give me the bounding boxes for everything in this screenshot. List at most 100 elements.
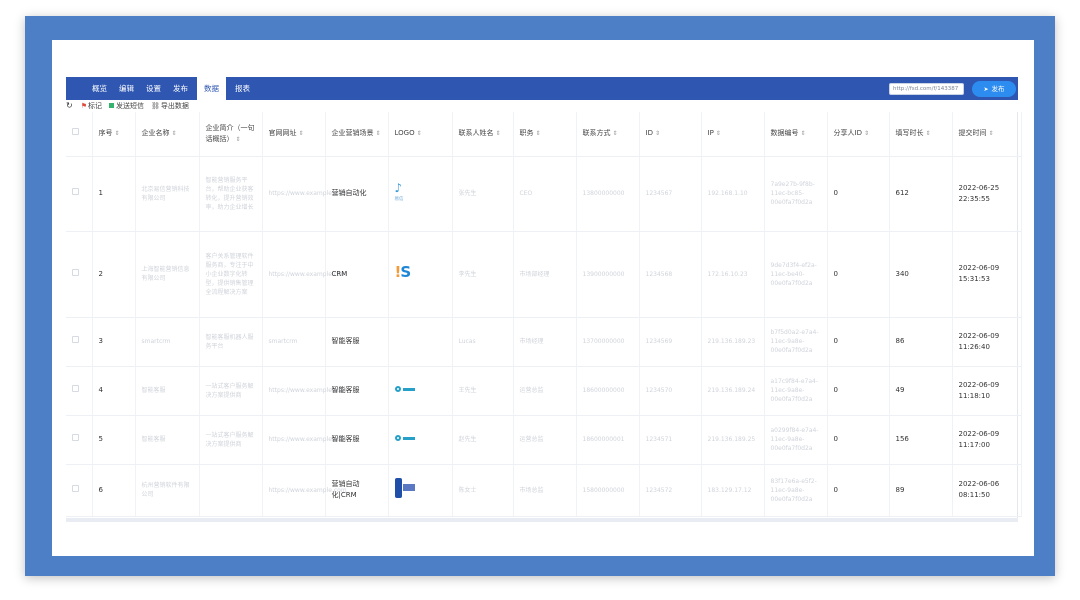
horizontal-scrollbar[interactable] <box>66 518 1018 522</box>
cell-phone: 18600000000 <box>576 366 640 416</box>
column-header[interactable]: 企业名称 ⇕ <box>135 112 200 157</box>
column-header[interactable]: 职务 ⇕ <box>513 112 577 157</box>
row-select-cell <box>66 317 93 367</box>
column-header[interactable]: 填写时长 ⇕ <box>889 112 953 157</box>
column-header-label: 企业名称 <box>141 129 170 138</box>
column-header[interactable]: 企业简介（一句话概括） ⇕ <box>199 112 263 157</box>
tab-5[interactable]: 报表 <box>229 77 256 100</box>
cell-phone: 15800000000 <box>576 464 640 517</box>
column-header[interactable]: 企业营销场景 ⇕ <box>325 112 389 157</box>
cell-data-no: 9de7d3f4-ef2a-11ec-be40-00e0fa7f0d2a <box>764 231 828 318</box>
cell-id: 1234572 <box>639 464 702 517</box>
cell-intro: 客户关系管理软件服务商，专注于中小企业数字化转型，提供销售管理全流程解决方案 <box>199 231 263 318</box>
company-logo-image: !S <box>394 263 412 281</box>
send-icon: ➤ <box>983 86 989 93</box>
refresh-icon[interactable]: ↻ <box>66 101 73 110</box>
company-logo-image <box>394 435 415 441</box>
cell-contact: 张先生 <box>452 156 514 232</box>
sort-icon[interactable]: ⇕ <box>655 130 660 137</box>
row-checkbox[interactable] <box>72 336 79 343</box>
column-header-label: 官网网址 <box>268 129 297 138</box>
sort-icon[interactable]: ⇕ <box>376 130 381 137</box>
cell-ip: 183.129.17.12 <box>701 464 765 517</box>
column-header-label: 提交时间 <box>958 129 987 138</box>
column-header-label: 联系人姓名 <box>458 129 494 138</box>
cell-website: smartcrm <box>262 317 326 367</box>
cell-sharer: 0 <box>827 156 890 232</box>
cell-no: 3 <box>92 317 136 367</box>
column-header[interactable]: ID ⇕ <box>639 112 702 157</box>
cell-id: 1234570 <box>639 366 702 416</box>
sort-icon[interactable]: ⇕ <box>536 130 541 137</box>
table-row[interactable]: 4 智能客服 一站式客户服务解决方案提供商 https://www.example.c… <box>66 366 1022 416</box>
tab-3[interactable]: 发布 <box>167 77 194 100</box>
select-all-cell <box>66 112 93 157</box>
cell-website: https://www.example.com <box>262 415 347 465</box>
column-header[interactable]: 序号 ⇕ <box>92 112 136 157</box>
sort-icon[interactable]: ⇕ <box>989 130 994 137</box>
sort-icon[interactable]: ⇕ <box>172 130 177 137</box>
column-header-label: 联系方式 <box>582 129 611 138</box>
cell-title: 市场经理 <box>513 317 577 367</box>
sort-icon[interactable]: ⇕ <box>613 130 618 137</box>
sort-icon[interactable]: ⇕ <box>716 130 721 137</box>
sort-icon[interactable]: ⇕ <box>496 130 501 137</box>
cell-duration: 89 <box>889 464 953 517</box>
table-row[interactable]: 5 智能客服 一站式客户服务解决方案提供商 https://www.example.c… <box>66 415 1022 465</box>
cell-id: 1234569 <box>639 317 702 367</box>
table-row[interactable]: 6 杭州营销软件有限公司 https://www.example.com 营销自动化|… <box>66 464 1022 517</box>
sort-icon[interactable]: ⇕ <box>299 130 304 137</box>
table-row[interactable]: 2 上海智能营销信息有限公司 客户关系管理软件服务商，专注于中小企业数字化转型，提供… <box>66 231 1022 318</box>
column-header[interactable]: 联系方式 ⇕ <box>576 112 640 157</box>
form-url-field[interactable]: http://fsd.com/f/143387 <box>889 83 964 95</box>
row-checkbox[interactable] <box>72 268 79 276</box>
sort-icon[interactable]: ⇕ <box>417 130 422 137</box>
table-row[interactable]: 3 smartcrm 智能客服机器人服务平台 smartcrm 智能客服 Lucas 市场经… <box>66 317 1022 367</box>
export-data-button[interactable]: ⛓ 导出数据 <box>151 101 189 111</box>
cell-website: https://www.example.com <box>262 156 347 232</box>
cell-data-no: 83f17e6a-e5f2-11ec-9a8e-00e0fa7f0d2a <box>764 464 828 517</box>
cell-contact: 陈女士 <box>452 464 514 517</box>
row-checkbox[interactable] <box>72 385 79 392</box>
row-checkbox[interactable] <box>72 484 79 492</box>
cell-duration: 86 <box>889 317 953 367</box>
sort-icon[interactable]: ⇕ <box>864 130 869 137</box>
select-all-checkbox[interactable] <box>72 128 79 136</box>
publish-button[interactable]: ➤ 发布 <box>972 81 1016 97</box>
cell-duration: 612 <box>889 156 953 232</box>
sort-icon[interactable]: ⇕ <box>236 136 241 143</box>
column-header[interactable]: 联系人姓名 ⇕ <box>452 112 514 157</box>
tab-0[interactable]: 概览 <box>86 77 113 100</box>
tab-1[interactable]: 编辑 <box>113 77 140 100</box>
column-header-label: LOGO <box>394 129 415 138</box>
top-nav: 概览 编辑 设置 发布 数据 报表 http://fsd.com/f/143387 ➤ 发布 <box>66 77 1018 100</box>
sort-icon[interactable]: ⇕ <box>801 130 806 137</box>
column-header-label: 职务 <box>519 129 534 138</box>
row-checkbox[interactable] <box>72 188 79 195</box>
sort-icon[interactable]: ⇕ <box>115 130 120 137</box>
column-header[interactable]: 数据编号 ⇕ <box>764 112 828 157</box>
sort-icon[interactable]: ⇕ <box>926 130 931 137</box>
column-header[interactable]: 分享人ID ⇕ <box>827 112 890 157</box>
column-header[interactable]: IP ⇕ <box>701 112 765 157</box>
cell-submit-time: 2022-06-09 11:26:40 <box>952 317 1022 367</box>
mark-button[interactable]: ⚑ 标记 <box>81 101 102 111</box>
cell-intro: 一站式客户服务解决方案提供商 <box>199 415 263 465</box>
cell-submit-time: 2022-06-25 22:35:55 <box>952 156 1022 232</box>
cell-company: 北京易信营销科技有限公司 <box>135 156 200 232</box>
column-header[interactable]: 提交时间 ⇕ <box>952 112 1022 157</box>
data-table-container: 序号 ⇕ 企业名称 ⇕ 企业简介（一句话概括） ⇕ 官网网址 ⇕ 企业营销场景 ⇕ LOGO ⇕ 联系人… <box>66 112 1022 520</box>
table-row[interactable]: 1 北京易信营销科技有限公司 智能营销服务平台，帮助企业获客转化，提升营销效率，助力… <box>66 156 1022 232</box>
tab-2[interactable]: 设置 <box>140 77 167 100</box>
tab-4[interactable]: 数据 <box>197 77 226 100</box>
cell-submit-time: 2022-06-06 08:11:50 <box>952 464 1022 517</box>
send-sms-button[interactable]: 发送短信 <box>108 101 144 111</box>
cell-logo <box>388 366 453 416</box>
cell-title: 运营总监 <box>513 415 577 465</box>
cell-phone: 13700000000 <box>576 317 640 367</box>
column-header-label: 填写时长 <box>895 129 924 138</box>
row-checkbox[interactable] <box>72 434 79 441</box>
column-header[interactable]: LOGO ⇕ <box>388 112 453 157</box>
column-header[interactable]: 官网网址 ⇕ <box>262 112 326 157</box>
cell-scene: 营销自动化 <box>325 156 389 232</box>
